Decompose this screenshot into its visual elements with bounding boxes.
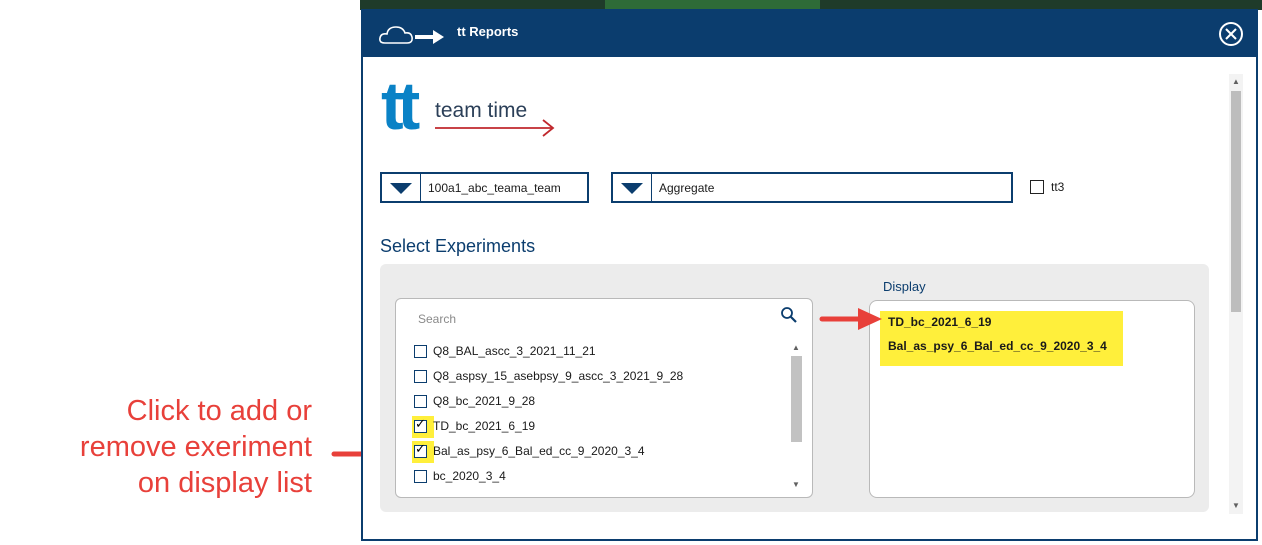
scrollbar-thumb[interactable]: [791, 356, 802, 442]
logo-arrow-icon: [435, 119, 555, 137]
experiment-checkbox[interactable]: [414, 470, 427, 483]
experiment-checkbox-checked[interactable]: ✓: [414, 441, 427, 458]
annotation-callout: Click to add or remove exeriment on disp…: [0, 393, 312, 501]
experiment-checkbox[interactable]: [414, 370, 427, 383]
annotation-line: Click to add or: [126, 395, 312, 427]
display-item[interactable]: Bal_as_psy_6_Bal_ed_cc_9_2020_3_4: [888, 339, 1107, 353]
list-item[interactable]: bc_2020_3_4: [414, 467, 794, 492]
experiment-label: bc_2020_3_4: [433, 469, 506, 483]
chevron-down-icon[interactable]: [382, 174, 421, 201]
experiments-panel: Search Q8_BAL_ascc_3_2021_11_21 Q8_aspsy…: [380, 264, 1209, 512]
scrollbar-thumb[interactable]: [1231, 91, 1241, 312]
dialog-titlebar: tt Reports: [363, 11, 1256, 57]
reports-dialog: tt Reports ▲ ▼ tt team time 100a1_abc_te…: [361, 9, 1258, 541]
team-time-logo: tt team time: [381, 68, 581, 145]
tt3-checkbox[interactable]: [1030, 180, 1044, 194]
search-input[interactable]: Search: [418, 312, 456, 326]
logo-letters: tt: [381, 68, 420, 144]
list-item[interactable]: Q8_aspsy_15_asebpsy_9_ascc_3_2021_9_28: [414, 367, 794, 392]
display-title: Display: [883, 279, 926, 294]
annotation-line: on display list: [137, 467, 312, 499]
list-item[interactable]: Q8_bc_2021_9_28: [414, 392, 794, 417]
scroll-up-icon[interactable]: ▲: [1229, 76, 1243, 88]
annotation-line: remove exeriment: [79, 431, 312, 463]
experiment-label: Q8_aspsy_15_asebpsy_9_ascc_3_2021_9_28: [433, 369, 684, 383]
close-icon[interactable]: [1218, 21, 1244, 47]
experiment-list-box: Search Q8_BAL_ascc_3_2021_11_21 Q8_aspsy…: [395, 298, 813, 498]
dialog-title: tt Reports: [457, 24, 519, 39]
list-item[interactable]: Q8_BAL_ascc_3_2021_11_21: [414, 342, 794, 367]
experiment-label: Q8_bc_2021_9_28: [433, 394, 536, 408]
mode-dropdown-value: Aggregate: [659, 181, 715, 195]
team-dropdown-value: 100a1_abc_teama_team: [428, 181, 561, 195]
display-list-box: TD_bc_2021_6_19 Bal_as_psy_6_Bal_ed_cc_9…: [869, 300, 1195, 498]
experiment-checkbox[interactable]: [414, 395, 427, 408]
list-item[interactable]: ✓ Bal_as_psy_6_Bal_ed_cc_9_2020_3_4: [412, 441, 794, 467]
experiment-list-scrollbar[interactable]: ▲ ▼: [789, 342, 803, 491]
check-icon: ✓: [415, 416, 426, 431]
annotation-arrow-right: [819, 308, 882, 330]
list-item[interactable]: ✓ TD_bc_2021_6_19: [412, 416, 794, 442]
search-icon[interactable]: [780, 306, 798, 324]
experiment-label: TD_bc_2021_6_19: [433, 419, 536, 433]
section-title: Select Experiments: [380, 236, 536, 256]
dialog-scrollbar[interactable]: ▲ ▼: [1229, 74, 1243, 514]
scroll-down-icon[interactable]: ▼: [1229, 500, 1243, 512]
display-item[interactable]: TD_bc_2021_6_19: [888, 315, 991, 329]
cloud-arrow-icon: [379, 26, 444, 44]
scroll-down-icon[interactable]: ▼: [789, 479, 803, 491]
check-icon: ✓: [415, 441, 426, 456]
experiment-list: Q8_BAL_ascc_3_2021_11_21 Q8_aspsy_15_ase…: [412, 342, 794, 492]
experiment-label: Q8_BAL_ascc_3_2021_11_21: [433, 344, 596, 358]
team-dropdown[interactable]: 100a1_abc_teama_team: [380, 172, 589, 203]
tt3-label: tt3: [1051, 180, 1065, 194]
experiment-label: Bal_as_psy_6_Bal_ed_cc_9_2020_3_4: [433, 444, 645, 458]
scroll-up-icon[interactable]: ▲: [789, 342, 803, 354]
mode-dropdown[interactable]: Aggregate: [611, 172, 1013, 203]
experiment-checkbox-checked[interactable]: ✓: [414, 416, 427, 433]
experiment-checkbox[interactable]: [414, 345, 427, 358]
chevron-down-icon[interactable]: [613, 174, 652, 201]
